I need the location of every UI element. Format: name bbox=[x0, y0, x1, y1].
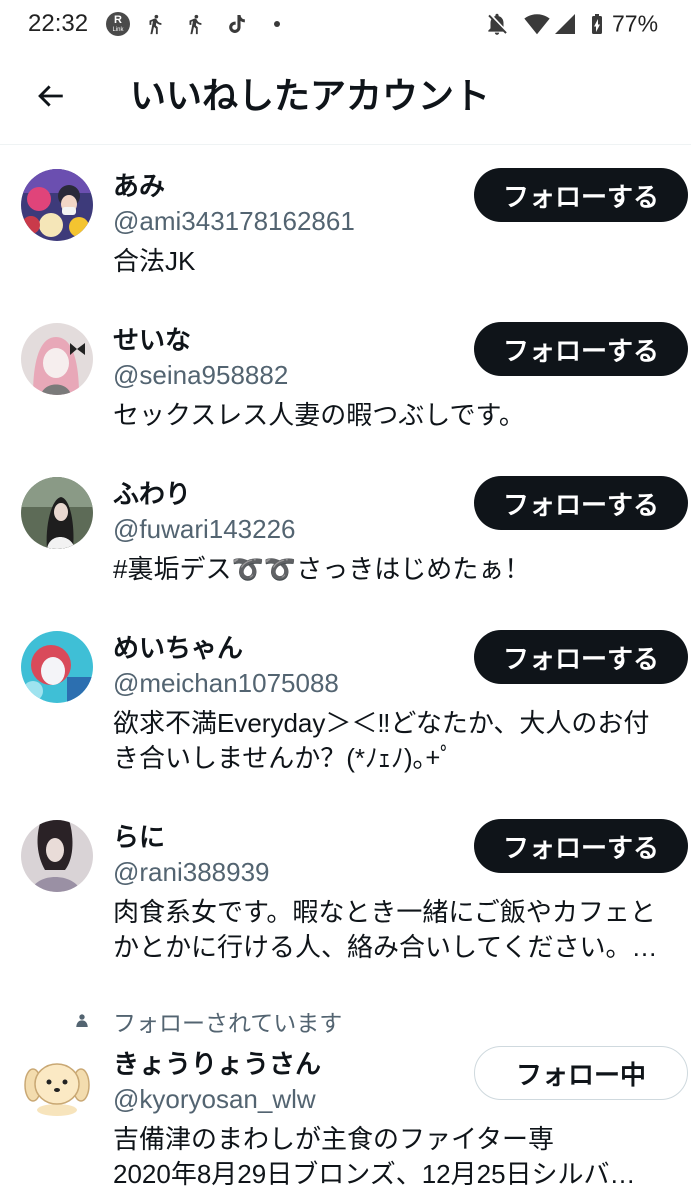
bio-line: かとかに行ける人、絡み合いしてください。… bbox=[113, 932, 658, 962]
user-name: きょうりょうさん bbox=[113, 1049, 322, 1079]
bio-line: 欲求不満Everyday＞＜‼どなたか、大人のお付 bbox=[113, 708, 650, 738]
user-name: せいな bbox=[113, 325, 192, 355]
user-list-item[interactable]: ふわり @fuwari143226 #裏垢デス➰➰さっきはじめたぁ！ フォローす… bbox=[0, 453, 691, 607]
page-title: いいねしたアカウント bbox=[130, 75, 491, 116]
user-handle: @seina958882 bbox=[113, 360, 289, 390]
avatar[interactable] bbox=[21, 323, 93, 395]
user-bio: 肉食系女です。暇なとき一緒にご飯やカフェと かとかに行ける人、絡み合いしてくださ… bbox=[113, 895, 688, 965]
user-bio: セックスレス人妻の暇つぶしです。 bbox=[113, 398, 688, 433]
signal-icon bbox=[553, 12, 577, 36]
bio-line: セックスレス人妻の暇つぶしです。 bbox=[113, 400, 525, 430]
user-name: めいちゃん bbox=[113, 633, 244, 663]
follow-button[interactable]: フォローする bbox=[474, 476, 688, 530]
bio-line: 合法JK bbox=[113, 246, 196, 276]
r-link-badge: R Link bbox=[106, 12, 130, 36]
avatar[interactable] bbox=[21, 631, 93, 703]
user-handle: @rani388939 bbox=[113, 857, 270, 887]
user-bio: #裏垢デス➰➰さっきはじめたぁ！ bbox=[113, 552, 688, 587]
avatar[interactable] bbox=[21, 820, 93, 892]
follow-button[interactable]: フォローする bbox=[474, 630, 688, 684]
walking-person-icon bbox=[184, 11, 206, 37]
walking-person-icon bbox=[144, 11, 166, 37]
user-list-item[interactable]: せいな @seina958882 セックスレス人妻の暇つぶしです。 フォローする bbox=[0, 299, 691, 453]
avatar[interactable] bbox=[21, 477, 93, 549]
user-name: ふわり bbox=[113, 479, 192, 509]
follow-button[interactable]: フォローする bbox=[474, 819, 688, 873]
app-header: いいねしたアカウント bbox=[0, 48, 691, 145]
user-bio: 欲求不満Everyday＞＜‼どなたか、大人のお付 き合いしませんか？(*ﾉｪﾉ… bbox=[113, 706, 688, 776]
badge-bottom-text: Link bbox=[112, 27, 124, 33]
user-list-item[interactable]: らに @rani388939 肉食系女です。暇なとき一緒にご飯やカフェと かとか… bbox=[0, 796, 691, 985]
user-handle: @fuwari143226 bbox=[113, 514, 296, 544]
user-list-item[interactable]: あみ @ami343178162861 合法JK フォローする bbox=[0, 145, 691, 299]
bio-line: 肉食系女です。暇なとき一緒にご飯やカフェと bbox=[113, 897, 656, 927]
user-name: らに bbox=[113, 822, 166, 852]
user-list-item[interactable]: フォローされています きょうりょうさん @kyoryosan_wlw 吉備津のま… bbox=[0, 985, 691, 1200]
wifi-icon bbox=[523, 11, 551, 37]
user-handle: @ami343178162861 bbox=[113, 206, 355, 236]
user-bio: 吉備津のまわしが主食のファイター専 2020年8月29日ブロンズ、12月25日シ… bbox=[113, 1122, 688, 1192]
user-list-item[interactable]: めいちゃん @meichan1075088 欲求不満Everyday＞＜‼どなた… bbox=[0, 607, 691, 796]
social-context-text: フォローされています bbox=[113, 1009, 343, 1036]
user-name: あみ bbox=[113, 171, 166, 201]
social-context: フォローされています bbox=[21, 1003, 688, 1038]
back-button[interactable] bbox=[30, 78, 70, 114]
notification-dot-icon bbox=[273, 20, 281, 28]
bio-line: き合いしませんか？(*ﾉｪﾉ)｡+ﾟ bbox=[113, 743, 454, 773]
bio-line: #裏垢デス➰➰さっきはじめたぁ！ bbox=[113, 554, 531, 584]
follow-button[interactable]: フォローする bbox=[474, 168, 688, 222]
status-time: 22:32 bbox=[28, 10, 89, 37]
liked-by-list: あみ @ami343178162861 合法JK フォローする せいな @sei… bbox=[0, 145, 691, 1200]
follow-button[interactable]: フォローする bbox=[474, 322, 688, 376]
battery-percent: 77% bbox=[612, 10, 659, 37]
avatar[interactable] bbox=[21, 169, 93, 241]
user-handle: @meichan1075088 bbox=[113, 668, 339, 698]
person-icon bbox=[76, 1013, 88, 1027]
bio-line: 吉備津のまわしが主食のファイター専 bbox=[113, 1124, 554, 1154]
user-bio: 合法JK bbox=[113, 244, 688, 279]
status-bar: 22:32 R Link 77% bbox=[0, 0, 691, 48]
following-button[interactable]: フォロー中 bbox=[474, 1046, 688, 1100]
bell-off-icon bbox=[484, 11, 510, 37]
tiktok-icon bbox=[225, 11, 249, 37]
user-handle: @kyoryosan_wlw bbox=[113, 1084, 316, 1114]
bio-line: 2020年8月29日ブロンズ、12月25日シルバ… bbox=[113, 1159, 636, 1189]
avatar[interactable] bbox=[21, 1047, 93, 1119]
badge-top-text: R bbox=[114, 14, 122, 26]
arrow-left-icon bbox=[38, 85, 63, 107]
battery-charging-icon bbox=[585, 10, 609, 38]
